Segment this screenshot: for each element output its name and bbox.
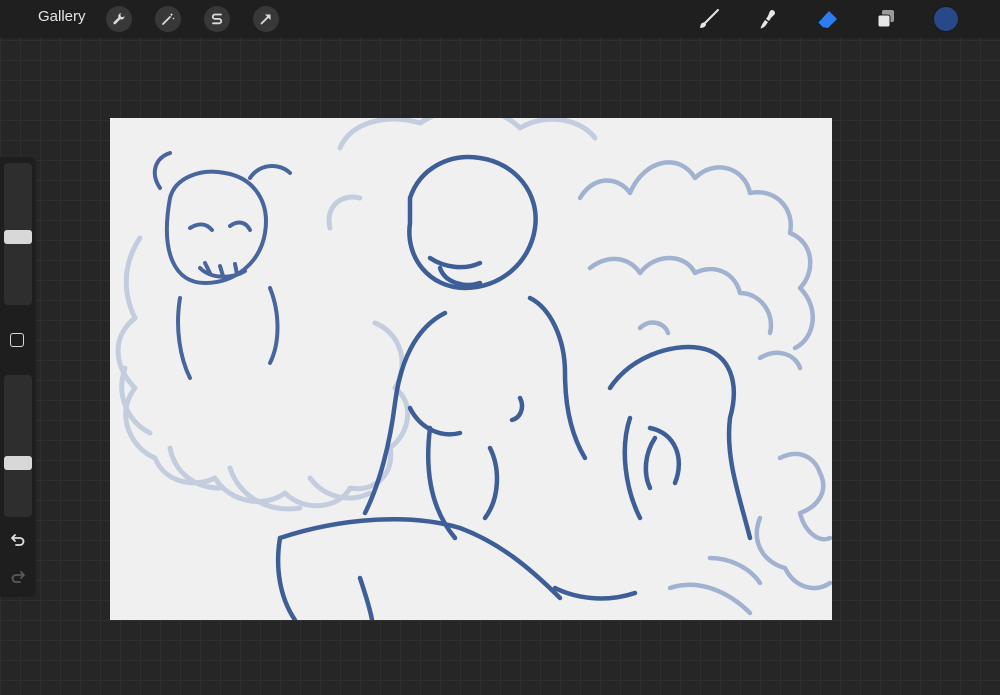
smudge-tool[interactable] [755,6,781,32]
smudge-icon [760,10,775,29]
wrench-icon [113,13,125,25]
brush-size-thumb[interactable] [4,229,32,244]
transform-button[interactable] [253,6,279,32]
brush-tool[interactable] [696,6,722,32]
eraser-tool[interactable] [814,6,840,32]
eraser-icon [817,11,837,28]
adjustments-button[interactable] [155,6,181,32]
drawing-canvas[interactable] [110,118,832,620]
gallery-button[interactable]: Gallery [38,8,86,25]
layers-icon [877,10,894,28]
redo-icon [11,571,25,583]
modify-button[interactable] [10,333,24,347]
brush-opacity-slider[interactable] [4,375,32,517]
brush-icon [700,9,719,28]
actions-button[interactable] [106,6,132,32]
selection-s-icon [211,13,223,25]
brush-opacity-thumb[interactable] [4,455,32,470]
sketch-artwork [115,118,832,620]
selection-button[interactable] [204,6,230,32]
redo-button[interactable] [9,567,27,585]
left-sidebar [0,157,36,597]
magic-wand-icon [162,13,175,25]
color-picker-swatch[interactable] [934,7,958,31]
layers-tool[interactable] [873,6,899,32]
top-toolbar: Gallery [0,0,1000,38]
transform-arrow-icon [260,14,271,25]
undo-button[interactable] [9,530,27,548]
undo-icon [11,534,25,546]
